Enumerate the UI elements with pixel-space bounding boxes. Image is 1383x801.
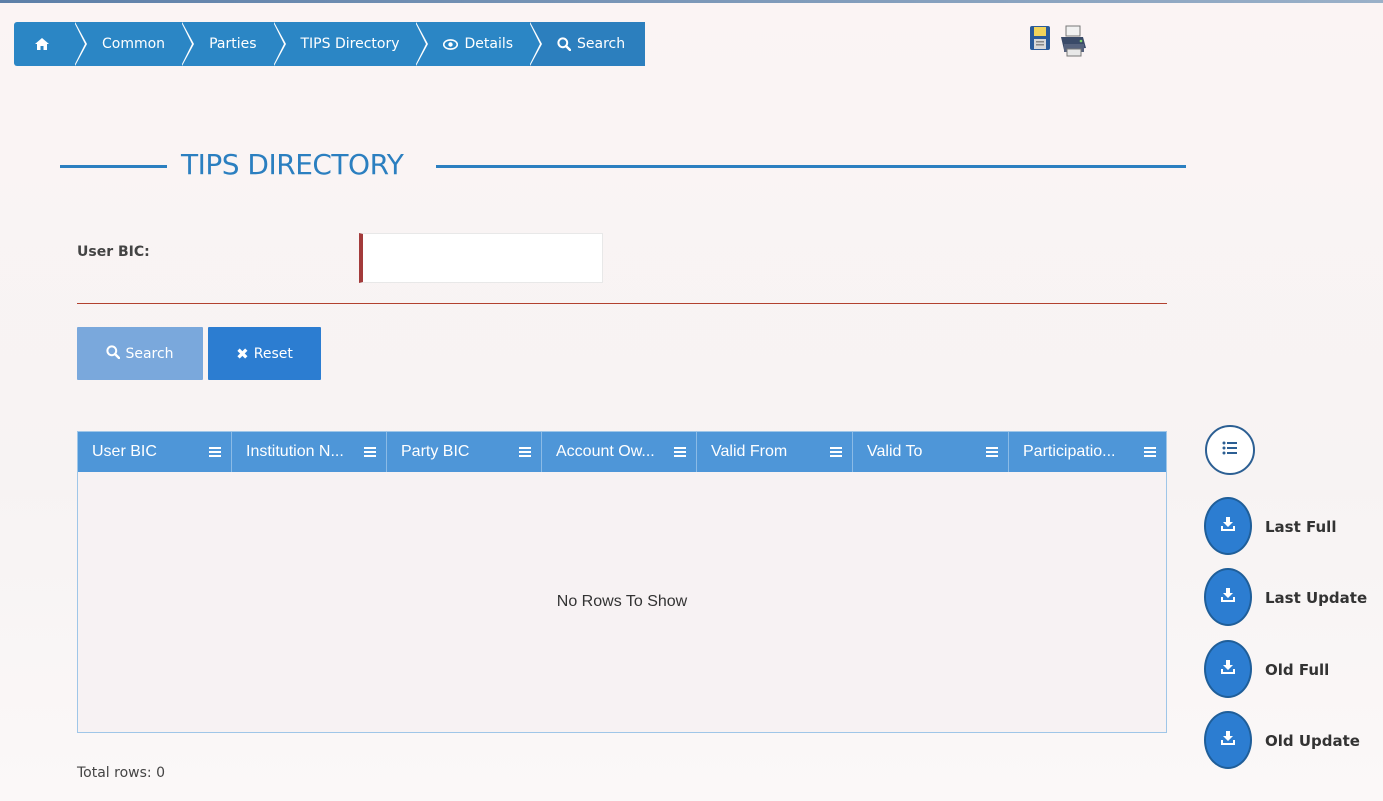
- column-header-institution-name[interactable]: Institution N...: [232, 432, 387, 472]
- download-old-full-label[interactable]: Old Full: [1265, 661, 1329, 679]
- column-menu-icon[interactable]: [209, 446, 221, 458]
- search-icon: [557, 37, 572, 51]
- home-icon: [34, 37, 50, 51]
- breadcrumb-label: Parties: [209, 36, 257, 52]
- download-old-update-label[interactable]: Old Update: [1265, 732, 1360, 750]
- column-menu-icon[interactable]: [674, 446, 686, 458]
- reset-button-label: Reset: [253, 345, 293, 362]
- eye-icon: [443, 38, 459, 50]
- title-rule-right: [436, 165, 1186, 168]
- floppy-disk-icon[interactable]: [1028, 24, 1054, 63]
- download-icon: [1220, 659, 1236, 680]
- download-old-update-button[interactable]: [1204, 711, 1252, 769]
- empty-grid-message: No Rows To Show: [556, 593, 688, 610]
- download-old-full-button[interactable]: [1204, 640, 1252, 698]
- breadcrumb-tips-directory[interactable]: TIPS Directory: [272, 22, 429, 66]
- title-rule-left: [60, 165, 167, 168]
- download-last-update-button[interactable]: [1204, 568, 1252, 626]
- breadcrumb-label: TIPS Directory: [300, 36, 400, 52]
- download-last-full-label[interactable]: Last Full: [1265, 518, 1336, 536]
- total-rows: Total rows: 0: [77, 765, 165, 781]
- download-last-full-button[interactable]: [1204, 497, 1252, 555]
- column-title: Valid To: [867, 443, 923, 460]
- column-menu-icon[interactable]: [830, 446, 842, 458]
- breadcrumb-search[interactable]: Search: [529, 22, 646, 66]
- column-menu-icon[interactable]: [519, 446, 531, 458]
- column-header-party-bic[interactable]: Party BIC: [387, 432, 542, 472]
- search-icon: [106, 344, 121, 363]
- column-header-account-owner[interactable]: Account Ow...: [542, 432, 697, 472]
- column-title: Account Ow...: [556, 443, 655, 460]
- printer-icon[interactable]: [1058, 24, 1088, 63]
- column-title: User BIC: [92, 443, 157, 460]
- breadcrumb-common[interactable]: Common: [74, 22, 195, 66]
- grid-header: User BIC Institution N... Party BIC Acco…: [78, 432, 1166, 472]
- breadcrumb-parties[interactable]: Parties: [181, 22, 287, 66]
- column-header-participation[interactable]: Participatio...: [1009, 432, 1166, 472]
- page-title-bar: TIPS DIRECTORY: [60, 146, 1186, 186]
- breadcrumb-label: Common: [102, 36, 166, 52]
- column-title: Participatio...: [1023, 443, 1116, 460]
- breadcrumb-label: Details: [464, 36, 514, 52]
- column-title: Institution N...: [246, 443, 344, 460]
- search-button[interactable]: Search: [77, 327, 203, 380]
- list-icon: [1222, 441, 1238, 460]
- breadcrumb-label: Search: [577, 36, 626, 52]
- results-grid: User BIC Institution N... Party BIC Acco…: [77, 431, 1167, 733]
- form-separator: [77, 303, 1167, 304]
- breadcrumb-details[interactable]: Details: [415, 22, 542, 66]
- search-button-label: Search: [125, 345, 174, 362]
- reset-button[interactable]: ✖ Reset: [208, 327, 321, 380]
- toolbar: [1028, 24, 1088, 63]
- column-title: Party BIC: [401, 443, 470, 460]
- column-chooser-button[interactable]: [1205, 425, 1255, 475]
- column-header-valid-to[interactable]: Valid To: [853, 432, 1009, 472]
- download-icon: [1220, 730, 1236, 751]
- download-last-update-label[interactable]: Last Update: [1265, 589, 1367, 607]
- download-icon: [1220, 587, 1236, 608]
- breadcrumb-home[interactable]: [14, 22, 87, 66]
- page-title: TIPS DIRECTORY: [181, 148, 404, 181]
- column-menu-icon[interactable]: [364, 446, 376, 458]
- column-menu-icon[interactable]: [1144, 446, 1156, 458]
- column-title: Valid From: [711, 443, 788, 460]
- download-icon: [1220, 516, 1236, 537]
- user-bic-label: User BIC:: [77, 244, 150, 260]
- close-icon: ✖: [236, 344, 249, 363]
- column-menu-icon[interactable]: [986, 446, 998, 458]
- column-header-valid-from[interactable]: Valid From: [697, 432, 853, 472]
- column-header-user-bic[interactable]: User BIC: [78, 432, 232, 472]
- user-bic-input[interactable]: [359, 233, 603, 283]
- top-border: [0, 0, 1383, 3]
- breadcrumb: Common Parties TIPS Directory Details Se…: [14, 22, 646, 66]
